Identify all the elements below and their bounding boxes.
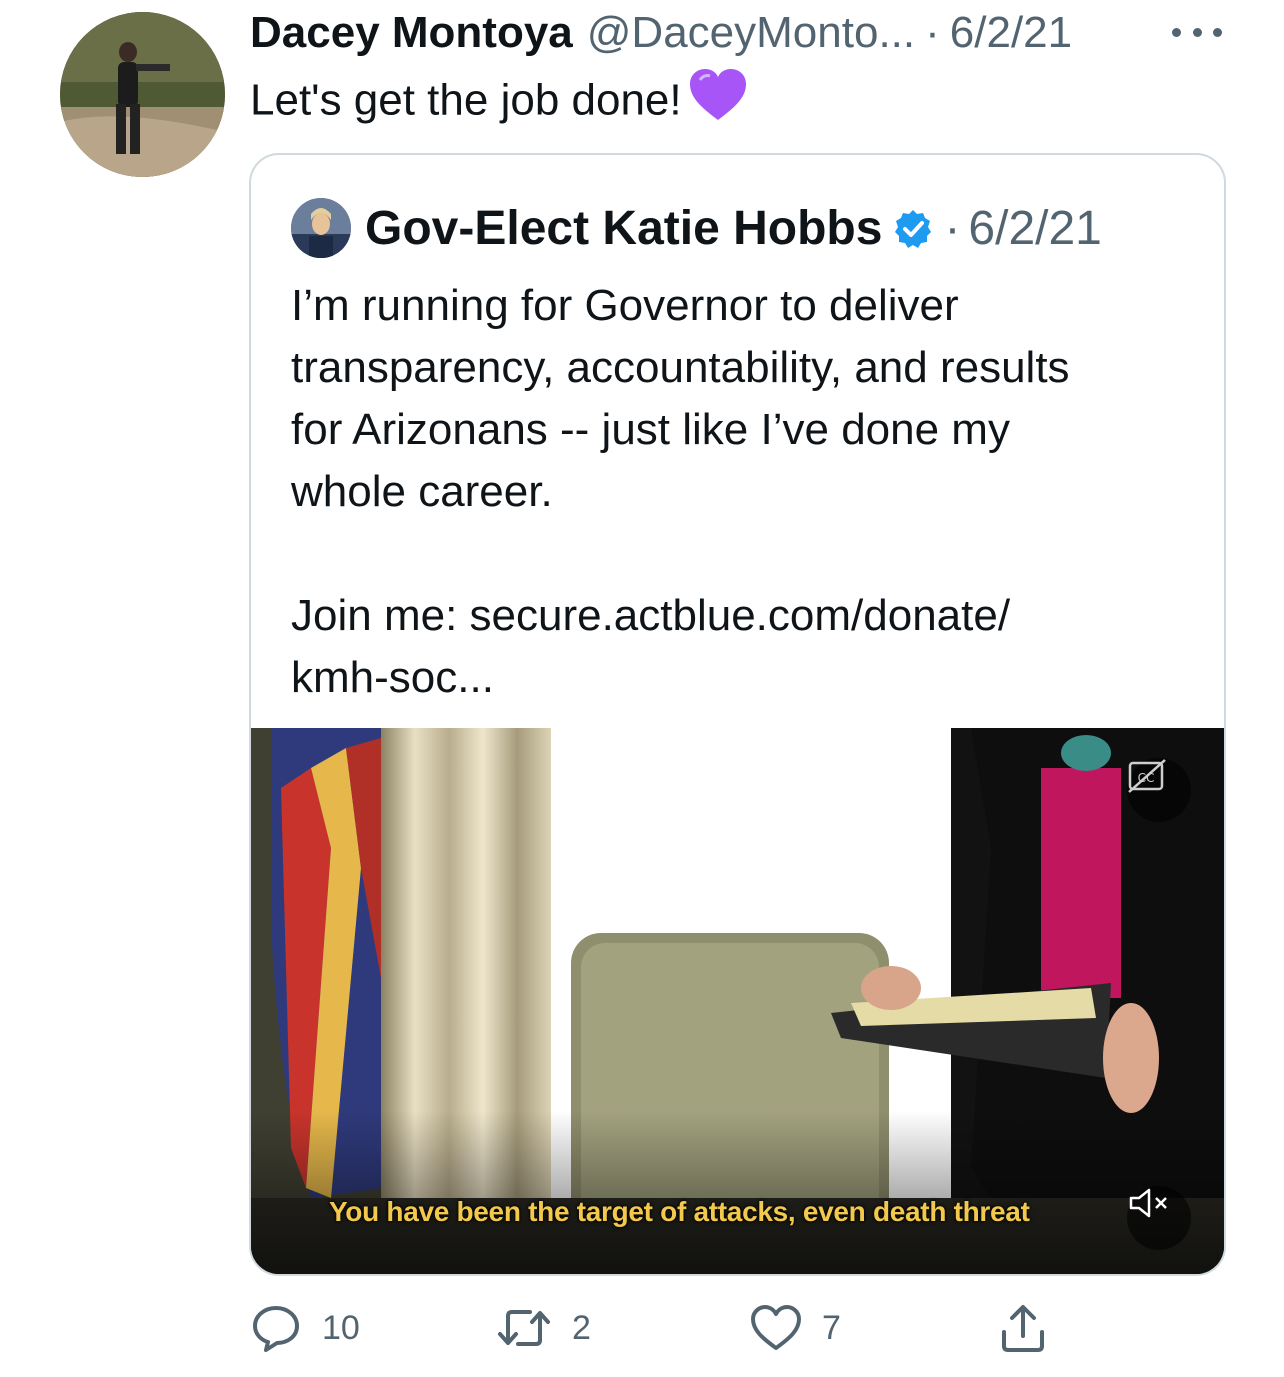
video-player[interactable]: You have been the target of attacks, eve… <box>251 728 1224 1274</box>
tweet-header: Dacey Montoya @DaceyMonto... · 6/2/21 <box>250 6 1072 60</box>
like-heart-icon <box>751 1305 801 1350</box>
quote-link-line[interactable]: kmh-soc... <box>291 647 1191 709</box>
quote-header: Gov-Elect Katie Hobbs · 6/2/21 <box>365 197 1102 259</box>
share-button[interactable] <box>998 1298 1068 1358</box>
video-caption: You have been the target of attacks, eve… <box>329 1196 1030 1227</box>
share-icon <box>1002 1305 1044 1352</box>
quote-body: I’m running for Governor to deliver tran… <box>291 275 1191 709</box>
reply-icon <box>253 1306 299 1352</box>
quote-line: transparency, accountability, and result… <box>291 343 1070 392</box>
quote-line: I’m running for Governor to deliver <box>291 281 959 330</box>
dot <box>1213 27 1222 37</box>
dot <box>1192 27 1202 37</box>
quote-avatar-photo <box>291 198 351 258</box>
author-handle[interactable]: @DaceyMonto... <box>587 8 915 58</box>
reply-count: 10 <box>322 1308 360 1347</box>
tweet-date[interactable]: 6/2/21 <box>950 8 1072 58</box>
reply-button[interactable]: 10 <box>250 1298 360 1358</box>
purple-heart-emoji-icon <box>688 68 748 138</box>
avatar-photo <box>60 12 225 177</box>
author-name[interactable]: Dacey Montoya <box>250 8 573 58</box>
dot <box>1172 27 1181 37</box>
quote-line: for Arizonans -- just like I’ve done my <box>291 405 1010 454</box>
quote-link-line[interactable]: Join me: secure.actblue.com/donate/ <box>291 585 1191 647</box>
more-options-icon[interactable] <box>1172 22 1222 42</box>
retweet-count: 2 <box>572 1308 591 1347</box>
quote-author-avatar[interactable] <box>291 198 351 258</box>
tweet-text-content: Let's get the job done! <box>250 75 682 125</box>
separator-dot: · <box>944 201 961 255</box>
separator-dot: · <box>925 8 940 57</box>
retweet-button[interactable]: 2 <box>496 1298 591 1358</box>
author-avatar[interactable] <box>60 12 225 177</box>
closed-captions-off-icon[interactable]: CC <box>1127 758 1191 822</box>
video-frame <box>251 728 1224 1274</box>
verified-badge-icon <box>892 207 934 249</box>
quote-author-name[interactable]: Gov-Elect Katie Hobbs <box>365 201 882 256</box>
quote-line: whole career. <box>291 467 553 516</box>
retweet-icon <box>498 1310 550 1346</box>
muted-speaker-icon[interactable] <box>1127 1186 1191 1250</box>
quoted-tweet[interactable]: Gov-Elect Katie Hobbs · 6/2/21 I’m runni… <box>249 153 1226 1276</box>
like-button[interactable]: 7 <box>750 1298 841 1358</box>
like-count: 7 <box>822 1308 841 1347</box>
quote-date[interactable]: 6/2/21 <box>968 201 1101 256</box>
tweet-actions: 10 2 7 <box>250 1298 1070 1358</box>
tweet-text: Let's get the job done! <box>250 68 748 138</box>
